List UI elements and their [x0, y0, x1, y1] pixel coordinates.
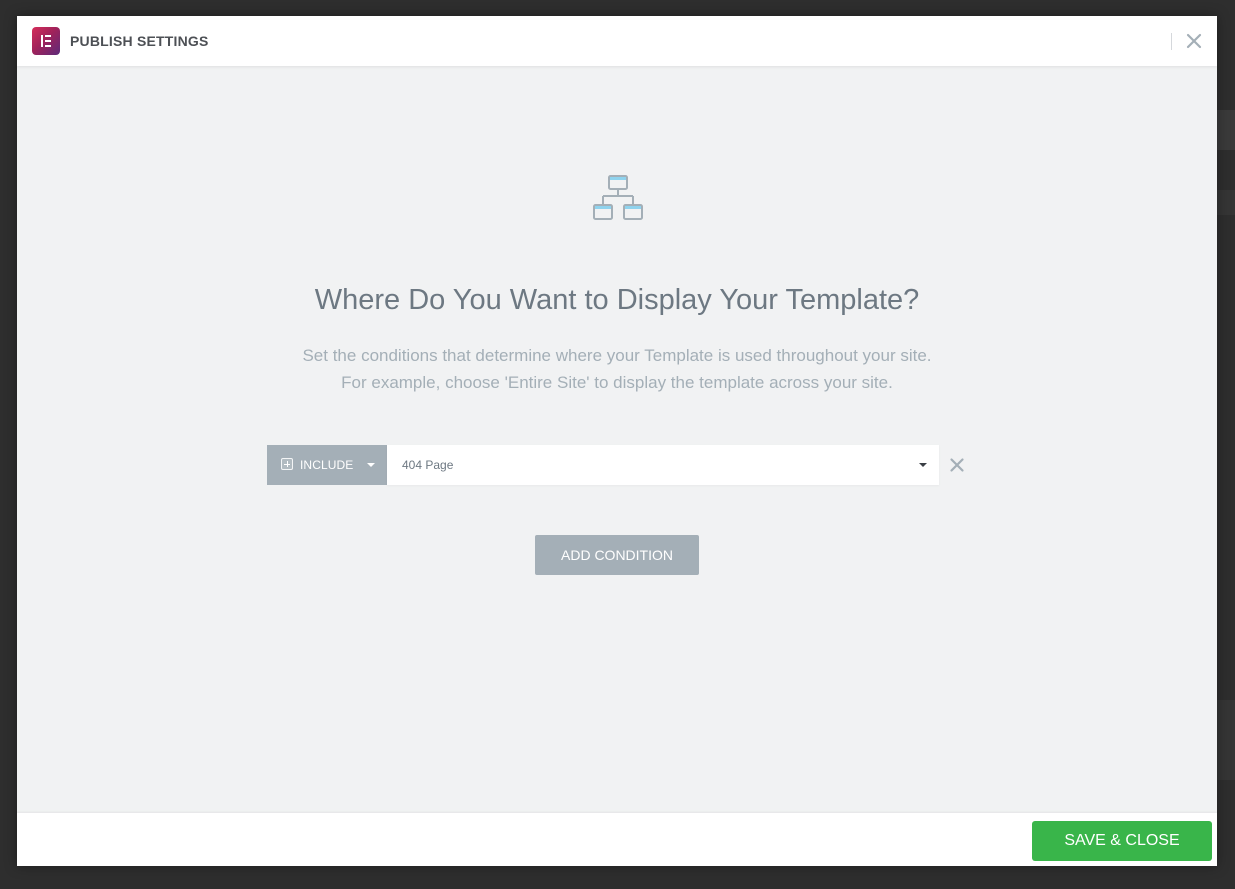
remove-condition-icon[interactable]	[949, 457, 965, 473]
backdrop-strip	[1217, 110, 1235, 150]
modal-title: PUBLISH SETTINGS	[70, 33, 209, 49]
condition-value: 404 Page	[402, 458, 454, 472]
condition-type-select[interactable]: INCLUDE	[267, 445, 387, 485]
modal-body: Where Do You Want to Display Your Templa…	[17, 66, 1217, 813]
backdrop-strip	[1217, 190, 1235, 215]
publish-settings-modal: PUBLISH SETTINGS Where Do You Want to Di…	[17, 16, 1217, 866]
sitemap-icon	[591, 174, 645, 224]
page-description: Set the conditions that determine where …	[17, 342, 1217, 396]
header-divider	[1171, 33, 1172, 50]
condition-type-label: INCLUDE	[300, 458, 354, 472]
add-condition-button[interactable]: ADD CONDITION	[535, 535, 699, 575]
plus-square-icon	[281, 458, 293, 470]
page-headline: Where Do You Want to Display Your Templa…	[314, 284, 920, 316]
elementor-logo-icon	[32, 27, 60, 55]
backdrop-strip	[1217, 700, 1235, 780]
modal-footer: SAVE & CLOSE	[17, 813, 1217, 866]
caret-down-icon	[367, 463, 375, 467]
close-icon[interactable]	[1183, 30, 1205, 52]
save-and-close-button[interactable]: SAVE & CLOSE	[1032, 821, 1212, 861]
modal-header: PUBLISH SETTINGS	[17, 16, 1217, 66]
condition-value-select[interactable]: 404 Page	[387, 445, 939, 485]
description-line: For example, choose 'Entire Site' to dis…	[341, 373, 893, 392]
condition-row: INCLUDE 404 Page	[267, 445, 967, 485]
caret-down-icon	[919, 463, 927, 467]
description-line: Set the conditions that determine where …	[302, 346, 932, 365]
